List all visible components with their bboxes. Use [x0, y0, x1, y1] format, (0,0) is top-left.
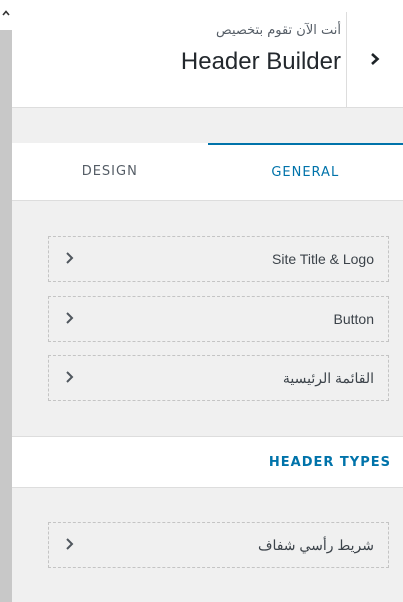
chevron-right-icon	[65, 250, 74, 269]
item-primary-menu[interactable]: القائمة الرئيسية	[48, 355, 389, 401]
tab-general[interactable]: GENERAL	[207, 143, 403, 200]
item-label: Button	[333, 311, 374, 327]
header-titles: أنت الآن تقوم بتخصيص Header Builder	[181, 22, 341, 77]
tab-design[interactable]: DESIGN	[12, 143, 208, 200]
customizer-panel: أنت الآن تقوم بتخصيص Header Builder DESI…	[12, 0, 403, 602]
item-button[interactable]: Button	[48, 296, 389, 342]
chevron-right-icon	[370, 51, 380, 70]
item-label: القائمة الرئيسية	[282, 369, 374, 386]
item-label: شريط رأسي شفاف	[257, 536, 374, 553]
section-title: HEADER TYPES	[268, 454, 391, 470]
customizing-subtitle: أنت الآن تقوم بتخصيص	[216, 23, 341, 38]
back-button[interactable]	[346, 12, 403, 108]
page-title: Header Builder	[180, 48, 341, 75]
scrollbar-thumb[interactable]	[0, 30, 12, 602]
section-header-types: HEADER TYPES	[12, 436, 403, 488]
chevron-right-icon	[65, 369, 74, 388]
item-transparent-header[interactable]: شريط رأسي شفاف	[48, 522, 389, 568]
chevron-right-icon	[65, 310, 74, 329]
tab-bar: DESIGN GENERAL	[12, 143, 403, 201]
chevron-up-icon[interactable]	[0, 6, 12, 20]
chevron-right-icon	[65, 536, 74, 555]
panel-header: أنت الآن تقوم بتخصيص Header Builder	[12, 0, 403, 108]
scrollbar[interactable]	[0, 0, 12, 602]
item-site-title-logo[interactable]: Site Title & Logo	[48, 236, 389, 282]
item-label: Site Title & Logo	[272, 251, 374, 267]
